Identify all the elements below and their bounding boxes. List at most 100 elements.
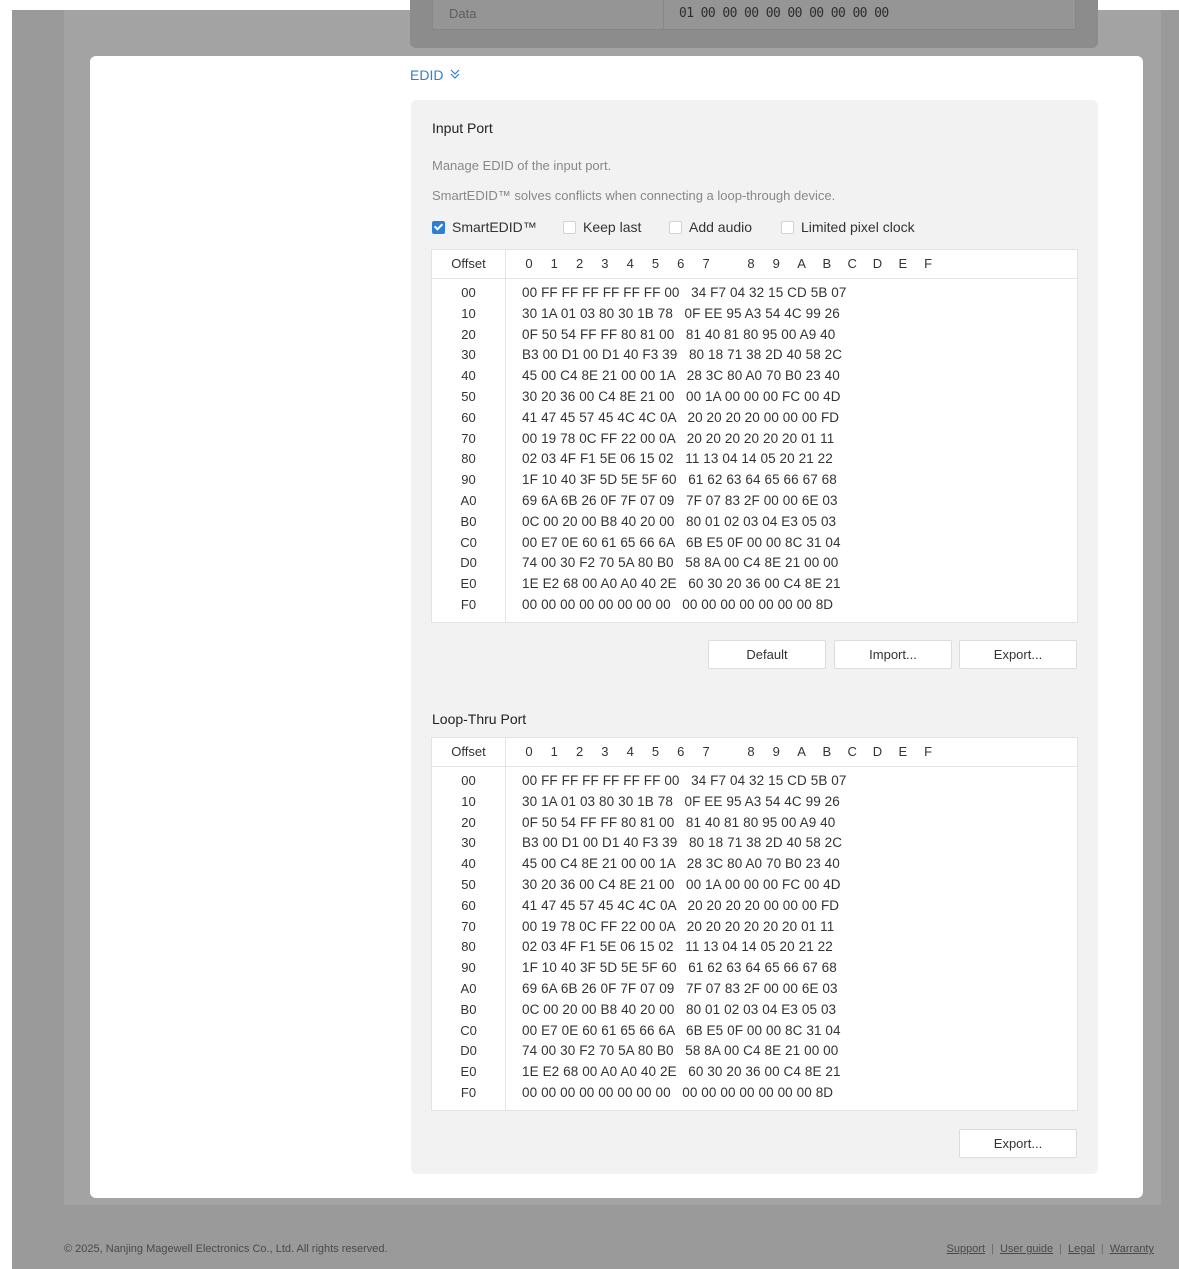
hex-row-data: 41 47 45 57 45 4C 4C 0A 20 20 20 20 00 0… [522, 897, 840, 913]
smartedid-description: SmartEDID™ solves conflicts when connect… [432, 188, 836, 203]
hex-column-header: B [822, 744, 832, 759]
hex-row-offset: 30 [461, 835, 476, 851]
footer-links: Support | User guide | Legal | Warranty [946, 1243, 1154, 1255]
footer-link-user-guide[interactable]: User guide [1000, 1243, 1053, 1255]
hex-row-offset: 20 [461, 326, 476, 342]
background-data-label: Data [449, 6, 477, 21]
footer-link-support[interactable]: Support [947, 1243, 986, 1255]
hex-row-offset: 30 [461, 347, 476, 363]
hex-row-offset: B0 [460, 1001, 477, 1017]
hex-row-offset: 80 [461, 451, 476, 467]
hex-column-header: 5 [651, 744, 660, 759]
hex-column-header: E [898, 744, 908, 759]
hex-row-data: 00 E7 0E 60 61 65 66 6A 6B E5 0F 00 00 8… [522, 1022, 841, 1038]
loop-thru-port-export-button[interactable]: Export... [959, 1129, 1077, 1158]
checkbox-icon [669, 220, 682, 234]
hex-row-data: 30 1A 01 03 80 30 1B 78 0F EE 95 A3 54 4… [522, 793, 840, 809]
hex-column-header: E [898, 256, 908, 271]
hex-column-header: C [847, 256, 857, 271]
hex-table-header: Offset 0 1 2 3 4 5 6 7 8 9 A B C D E F [432, 250, 1077, 279]
hex-row-offset: 90 [461, 960, 476, 976]
hex-row-offset: 40 [461, 856, 476, 872]
hex-row-offset: A0 [460, 493, 477, 508]
hex-column-header: 1 [550, 256, 558, 271]
hex-column-header: D [872, 256, 883, 271]
hex-row-data: 1F 10 40 3F 5D 5E 5F 60 61 62 63 64 65 6… [522, 960, 837, 976]
limited-pixel-clock-checkbox[interactable]: Limited pixel clock [781, 217, 915, 237]
loop-thru-port-edid-table: Offset 0 1 2 3 4 5 6 7 8 9 A B C D E F 00 00 FF FF FF FF F… [431, 737, 1078, 1111]
hex-column-header: 4 [626, 744, 634, 759]
hex-column-header: 0 [525, 744, 533, 759]
input-port-description: Manage EDID of the input port. [432, 158, 612, 173]
hex-column-header: A [797, 256, 806, 271]
hex-row-data: 00 19 78 0C FF 22 00 0A 20 20 20 20 20 2… [522, 918, 835, 934]
footer-link-warranty[interactable]: Warranty [1110, 1243, 1154, 1255]
background-data-value: 01 00 00 00 00 00 00 00 00 00 [679, 6, 889, 21]
hex-row-data: 45 00 C4 8E 21 00 00 1A 28 3C 80 A0 70 B… [522, 368, 840, 384]
hex-column-header: 0 [525, 256, 533, 271]
hex-row-data: 30 1A 01 03 80 30 1B 78 0F EE 95 A3 54 4… [522, 305, 840, 321]
hex-row-offset: 00 [461, 285, 476, 300]
hex-column-header: 2 [575, 744, 584, 759]
hex-row-offset: 60 [461, 897, 476, 913]
hex-column-header: 6 [677, 256, 685, 271]
hex-row-offset: C0 [460, 1022, 477, 1038]
hex-row-offset: 40 [461, 368, 476, 384]
edid-collapse-toggle[interactable]: EDID [410, 67, 460, 83]
hex-row-offset: 80 [461, 939, 476, 955]
hex-column-header: 8 [747, 256, 755, 271]
hex-column-header: 1 [550, 744, 558, 759]
hex-row-offset: 90 [461, 472, 476, 488]
checkbox-icon [781, 220, 794, 234]
hex-row-data: 1E E2 68 00 A0 A0 40 2E 60 30 20 36 00 C… [522, 576, 841, 592]
hex-row-data: 69 6A 6B 26 0F 7F 07 09 7F 07 83 2F 00 0… [522, 981, 838, 996]
hex-row-data: 74 00 30 F2 70 5A 80 B0 58 8A 00 C4 8E 2… [522, 555, 839, 571]
add-audio-checkbox[interactable]: Add audio [669, 217, 752, 237]
hex-row-data: 30 20 36 00 C4 8E 21 00 00 1A 00 00 00 F… [522, 389, 841, 404]
edid-toggle-label: EDID [410, 67, 444, 83]
hex-row-data: 00 FF FF FF FF FF FF 00 34 F7 04 32 15 C… [522, 773, 847, 788]
hex-column-header: 9 [772, 744, 780, 759]
hex-row-data: 30 20 36 00 C4 8E 21 00 00 1A 00 00 00 F… [522, 877, 841, 892]
keep-last-checkbox[interactable]: Keep last [563, 217, 641, 237]
loop-thru-port-title: Loop-Thru Port [432, 711, 527, 727]
hex-column-header: 4 [626, 256, 634, 271]
hex-row-data: 00 00 00 00 00 00 00 00 00 00 00 00 00 0… [522, 597, 834, 612]
hex-column-header: F [924, 256, 933, 271]
hex-row-data: 00 00 00 00 00 00 00 00 00 00 00 00 00 0… [522, 1085, 834, 1100]
hex-column-header: C [847, 744, 857, 759]
checkbox-icon [432, 220, 445, 234]
import-button[interactable]: Import... [834, 640, 952, 669]
hex-column-header: D [872, 744, 883, 759]
hex-row-data: 02 03 4F F1 5E 06 15 02 11 13 04 14 05 2… [522, 939, 833, 955]
hex-row-data: 02 03 4F F1 5E 06 15 02 11 13 04 14 05 2… [522, 451, 833, 467]
hex-row-data: 00 FF FF FF FF FF FF 00 34 F7 04 32 15 C… [522, 285, 847, 300]
offset-column-header: Offset [451, 744, 486, 759]
background-data-row: Data 01 00 00 00 00 00 00 00 00 00 [432, 0, 1076, 30]
hex-column-header: 5 [651, 256, 660, 271]
hex-column-header: 8 [747, 744, 755, 759]
hex-row-offset: B0 [460, 513, 477, 529]
hex-row-data: 0F 50 54 FF FF 80 81 00 81 40 81 80 95 0… [522, 326, 836, 342]
hex-row-data: 00 E7 0E 60 61 65 66 6A 6B E5 0F 00 00 8… [522, 534, 841, 550]
hex-row-offset: D0 [460, 1043, 477, 1059]
checkbox-icon [563, 220, 576, 234]
hex-row-data: 41 47 45 57 45 4C 4C 0A 20 20 20 20 00 0… [522, 409, 840, 425]
hex-row-data: 69 6A 6B 26 0F 7F 07 09 7F 07 83 2F 00 0… [522, 493, 838, 508]
hex-row-offset: E0 [460, 1064, 477, 1080]
input-port-title: Input Port [432, 120, 493, 136]
hex-row-data: B3 00 D1 00 D1 40 F3 39 80 18 71 38 2D 4… [522, 835, 843, 851]
footer-link-legal[interactable]: Legal [1068, 1243, 1095, 1255]
smartedid-checkbox[interactable]: SmartEDID™ [432, 217, 537, 237]
hex-column-header: 3 [601, 744, 609, 759]
offset-column-header: Offset [451, 256, 486, 271]
hex-row-data: 0C 00 20 00 B8 40 20 00 80 01 02 03 04 E… [522, 513, 837, 529]
hex-column-header: 7 [702, 256, 710, 271]
hex-column-header: 2 [575, 256, 584, 271]
hex-row-offset: 20 [461, 814, 476, 830]
hex-row-data: 0F 50 54 FF FF 80 81 00 81 40 81 80 95 0… [522, 814, 836, 830]
default-button[interactable]: Default [708, 640, 826, 669]
hex-row-offset: F0 [460, 597, 477, 612]
input-port-export-button[interactable]: Export... [959, 640, 1077, 669]
hex-row-offset: C0 [460, 534, 477, 550]
